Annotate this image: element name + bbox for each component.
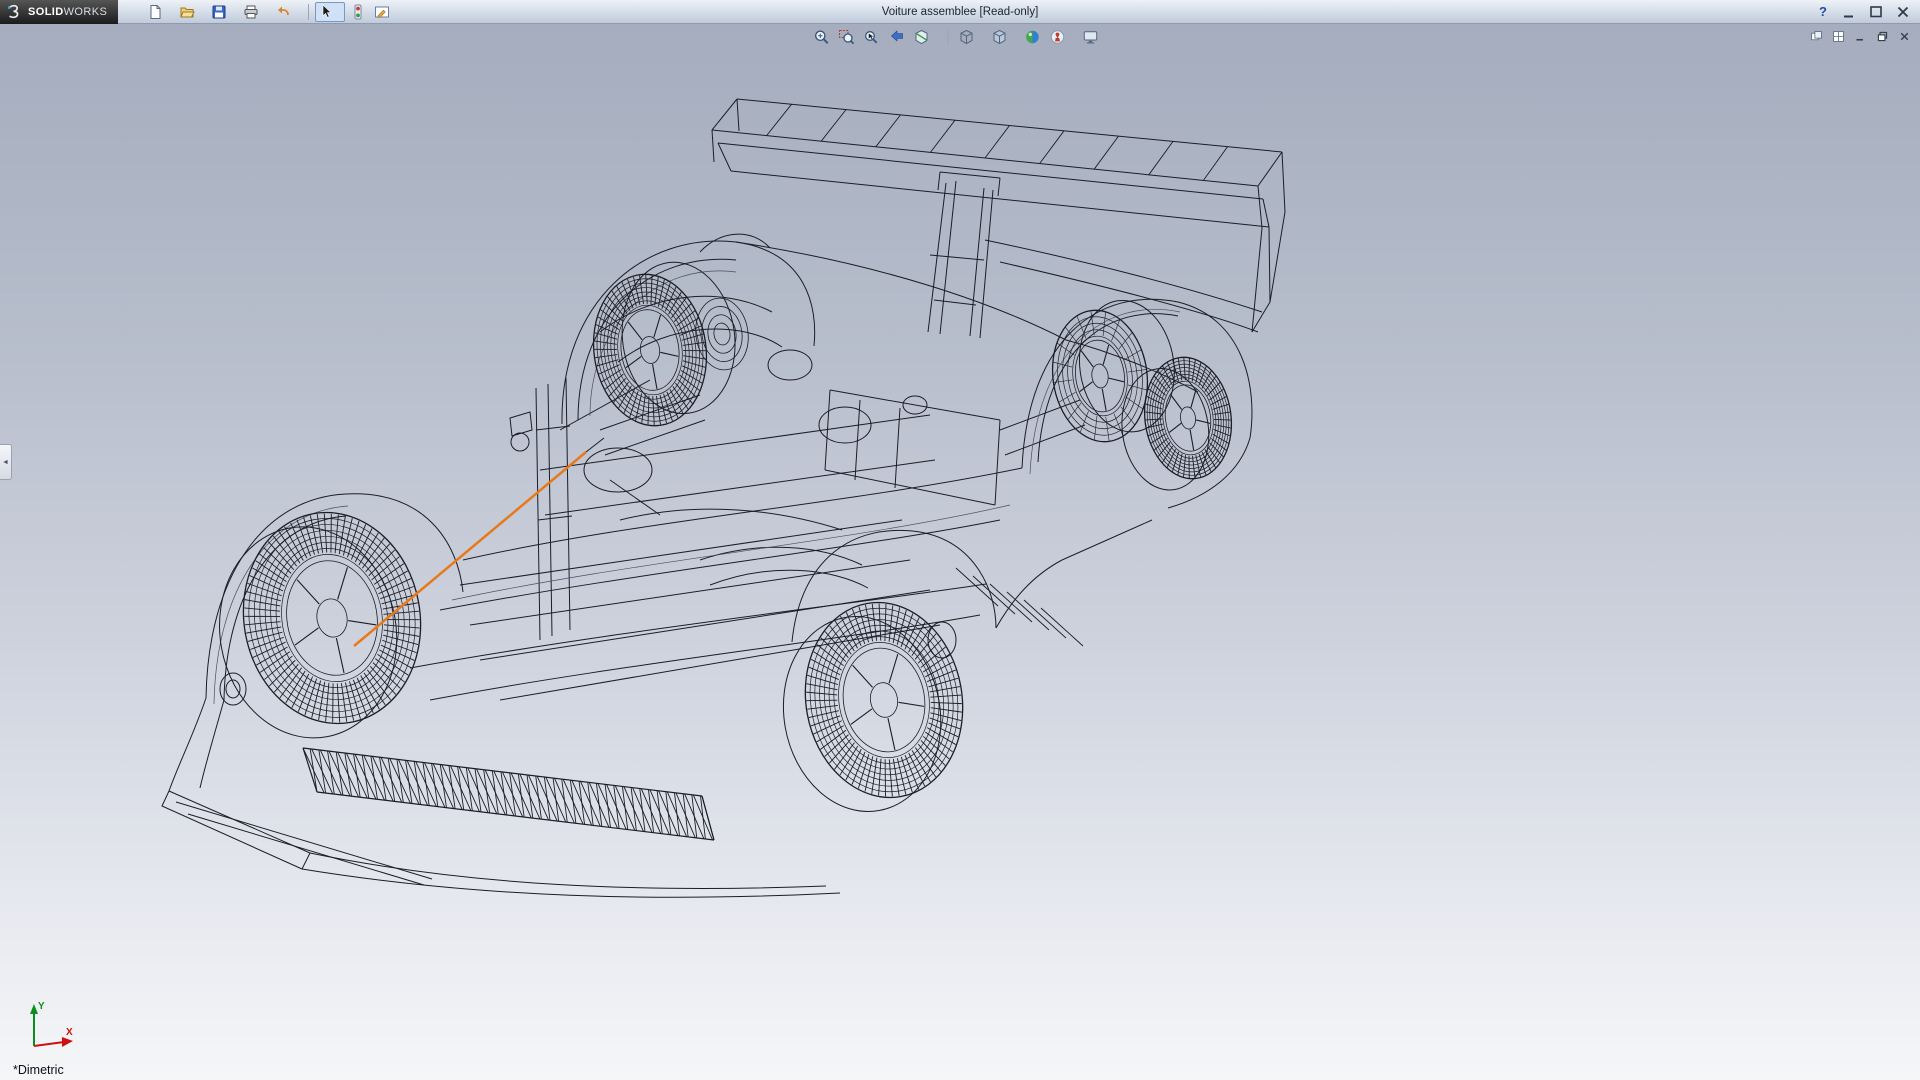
front-left-wheel [201,498,438,752]
maximize-icon[interactable] [1865,2,1887,22]
solidworks-logo: SOLIDWORKS [0,0,118,24]
previous-view-icon[interactable] [886,27,908,47]
toolbar-separator [308,4,309,20]
reference-triad: X Y [14,998,78,1056]
doc-tile-icon[interactable] [1829,28,1848,44]
doc-close-icon[interactable] [1895,28,1914,44]
doc-cascade-icon[interactable] [1807,28,1826,44]
brand-text: SOLIDWORKS [28,6,107,18]
select-icon[interactable] [315,2,345,22]
front-right-wheel [583,255,746,433]
minimize-icon[interactable] [1838,2,1860,22]
zoom-area-icon[interactable] [836,27,858,47]
rebuild-icon[interactable] [347,2,369,22]
title-bar: SOLIDWORKS Voiture assemblee [Read-only]… [0,0,1920,24]
sketch-icon[interactable] [371,2,401,22]
display-style-icon[interactable] [989,27,1019,47]
triad-x-label: X [66,1027,73,1038]
doc-restore-icon[interactable] [1873,28,1892,44]
undo-icon[interactable] [272,2,302,22]
brand-light: WORKS [64,6,108,18]
help-icon[interactable]: ? [1813,2,1833,22]
wireframe-car-drawing[interactable] [0,24,1920,1080]
zoom-selection-icon[interactable] [861,27,883,47]
brand-bold: SOLID [28,6,64,18]
document-window-controls [1807,28,1914,44]
dassault-logo-icon [6,4,24,20]
rear-left-wheel [767,590,980,824]
view-settings-icon[interactable] [1080,27,1110,47]
graphics-viewport[interactable]: ◄ X Y *Dimetric [0,24,1920,1080]
edit-appearance-icon[interactable] [1022,27,1044,47]
window-controls: ? [1813,0,1914,24]
main-toolbar [144,2,401,22]
view-orientation-icon[interactable] [956,27,986,47]
apply-scene-icon[interactable] [1047,27,1077,47]
toolbar-separator [948,29,949,45]
zoom-fit-icon[interactable] [811,27,833,47]
heads-up-toolbar [811,27,1110,47]
open-icon[interactable] [176,2,206,22]
triad-y-label: Y [38,1001,45,1012]
new-document-icon[interactable] [144,2,174,22]
save-icon[interactable] [208,2,238,22]
print-icon[interactable] [240,2,270,22]
view-orientation-label: *Dimetric [13,1063,64,1077]
close-icon[interactable] [1892,2,1914,22]
panel-collapse-tab[interactable]: ◄ [0,444,12,480]
doc-minimize-icon[interactable] [1851,28,1870,44]
section-view-icon[interactable] [911,27,941,47]
